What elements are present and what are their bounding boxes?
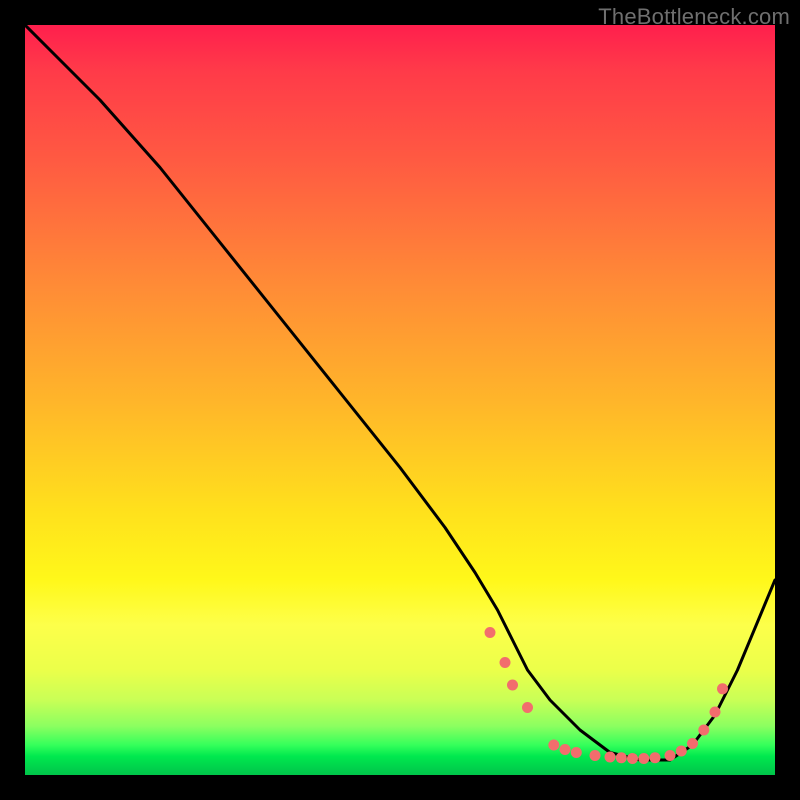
marker-dot: [676, 746, 687, 757]
marker-dot: [507, 680, 518, 691]
marker-dot: [571, 747, 582, 758]
marker-dot: [627, 753, 638, 764]
marker-dot: [710, 707, 721, 718]
marker-dots: [485, 627, 729, 764]
marker-dot: [548, 740, 559, 751]
marker-dot: [500, 657, 511, 668]
marker-dot: [638, 753, 649, 764]
marker-dot: [605, 752, 616, 763]
chart-svg: [25, 25, 775, 775]
marker-dot: [698, 725, 709, 736]
marker-dot: [616, 752, 627, 763]
marker-dot: [560, 744, 571, 755]
plot-area: [25, 25, 775, 775]
main-curve: [25, 25, 775, 760]
marker-dot: [590, 750, 601, 761]
marker-dot: [650, 752, 661, 763]
marker-dot: [522, 702, 533, 713]
marker-dot: [687, 738, 698, 749]
marker-dot: [717, 683, 728, 694]
marker-dot: [665, 750, 676, 761]
chart-frame: TheBottleneck.com: [0, 0, 800, 800]
marker-dot: [485, 627, 496, 638]
